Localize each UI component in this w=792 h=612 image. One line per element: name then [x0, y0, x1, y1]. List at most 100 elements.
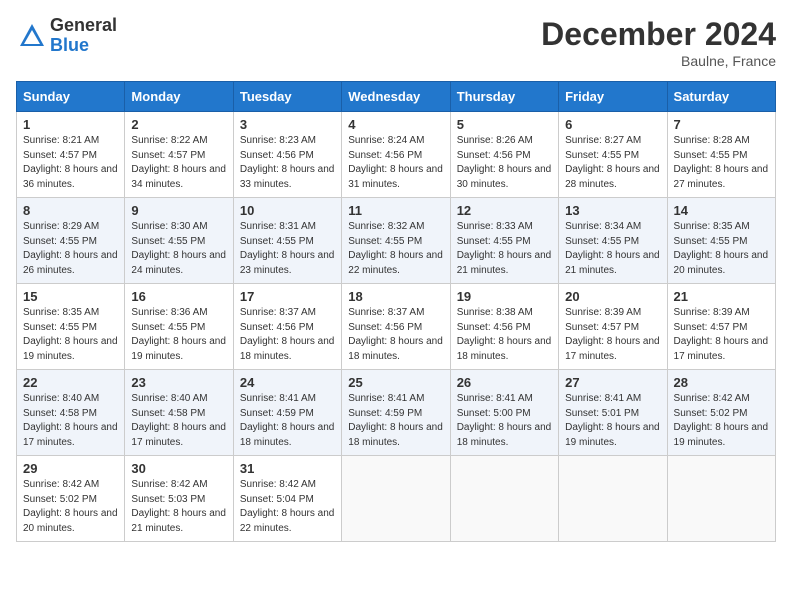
day-detail: Sunrise: 8:31 AMSunset: 4:55 PMDaylight:…	[240, 220, 335, 278]
calendar-cell	[667, 456, 775, 542]
day-detail: Sunrise: 8:28 AMSunset: 4:55 PMDaylight:…	[674, 134, 769, 192]
calendar-cell: 4 Sunrise: 8:24 AMSunset: 4:56 PMDayligh…	[342, 112, 450, 198]
title-area: December 2024 Baulne, France	[541, 16, 776, 69]
calendar-header-row: Sunday Monday Tuesday Wednesday Thursday…	[17, 82, 776, 112]
calendar-row: 22 Sunrise: 8:40 AMSunset: 4:58 PMDaylig…	[17, 370, 776, 456]
calendar-cell: 29 Sunrise: 8:42 AMSunset: 5:02 PMDaylig…	[17, 456, 125, 542]
day-detail: Sunrise: 8:38 AMSunset: 4:56 PMDaylight:…	[457, 306, 552, 364]
day-number: 7	[674, 117, 769, 132]
calendar-cell: 26 Sunrise: 8:41 AMSunset: 5:00 PMDaylig…	[450, 370, 558, 456]
day-detail: Sunrise: 8:30 AMSunset: 4:55 PMDaylight:…	[131, 220, 226, 278]
header-wednesday: Wednesday	[342, 82, 450, 112]
logo: General Blue	[16, 16, 117, 56]
calendar-cell	[342, 456, 450, 542]
calendar-cell: 11 Sunrise: 8:32 AMSunset: 4:55 PMDaylig…	[342, 198, 450, 284]
day-detail: Sunrise: 8:39 AMSunset: 4:57 PMDaylight:…	[674, 306, 769, 364]
day-number: 23	[131, 375, 226, 390]
day-detail: Sunrise: 8:22 AMSunset: 4:57 PMDaylight:…	[131, 134, 226, 192]
day-number: 21	[674, 289, 769, 304]
day-detail: Sunrise: 8:40 AMSunset: 4:58 PMDaylight:…	[23, 392, 118, 450]
day-detail: Sunrise: 8:42 AMSunset: 5:03 PMDaylight:…	[131, 478, 226, 536]
calendar-row: 29 Sunrise: 8:42 AMSunset: 5:02 PMDaylig…	[17, 456, 776, 542]
calendar-cell: 15 Sunrise: 8:35 AMSunset: 4:55 PMDaylig…	[17, 284, 125, 370]
day-detail: Sunrise: 8:41 AMSunset: 5:01 PMDaylight:…	[565, 392, 660, 450]
day-detail: Sunrise: 8:37 AMSunset: 4:56 PMDaylight:…	[348, 306, 443, 364]
day-number: 20	[565, 289, 660, 304]
header-sunday: Sunday	[17, 82, 125, 112]
header-thursday: Thursday	[450, 82, 558, 112]
calendar-cell: 13 Sunrise: 8:34 AMSunset: 4:55 PMDaylig…	[559, 198, 667, 284]
day-detail: Sunrise: 8:35 AMSunset: 4:55 PMDaylight:…	[23, 306, 118, 364]
header-saturday: Saturday	[667, 82, 775, 112]
calendar-table: Sunday Monday Tuesday Wednesday Thursday…	[16, 81, 776, 542]
calendar-cell: 19 Sunrise: 8:38 AMSunset: 4:56 PMDaylig…	[450, 284, 558, 370]
logo-blue-text: Blue	[50, 36, 117, 56]
calendar-cell: 7 Sunrise: 8:28 AMSunset: 4:55 PMDayligh…	[667, 112, 775, 198]
calendar-cell: 28 Sunrise: 8:42 AMSunset: 5:02 PMDaylig…	[667, 370, 775, 456]
calendar-cell: 24 Sunrise: 8:41 AMSunset: 4:59 PMDaylig…	[233, 370, 341, 456]
day-number: 18	[348, 289, 443, 304]
calendar-cell: 14 Sunrise: 8:35 AMSunset: 4:55 PMDaylig…	[667, 198, 775, 284]
header-tuesday: Tuesday	[233, 82, 341, 112]
day-number: 19	[457, 289, 552, 304]
location: Baulne, France	[541, 53, 776, 69]
month-title: December 2024	[541, 16, 776, 53]
calendar-cell: 30 Sunrise: 8:42 AMSunset: 5:03 PMDaylig…	[125, 456, 233, 542]
calendar-cell: 25 Sunrise: 8:41 AMSunset: 4:59 PMDaylig…	[342, 370, 450, 456]
calendar-cell: 5 Sunrise: 8:26 AMSunset: 4:56 PMDayligh…	[450, 112, 558, 198]
calendar-cell: 18 Sunrise: 8:37 AMSunset: 4:56 PMDaylig…	[342, 284, 450, 370]
day-number: 16	[131, 289, 226, 304]
day-number: 3	[240, 117, 335, 132]
day-number: 12	[457, 203, 552, 218]
day-number: 28	[674, 375, 769, 390]
calendar-cell: 6 Sunrise: 8:27 AMSunset: 4:55 PMDayligh…	[559, 112, 667, 198]
header-monday: Monday	[125, 82, 233, 112]
day-number: 9	[131, 203, 226, 218]
day-detail: Sunrise: 8:23 AMSunset: 4:56 PMDaylight:…	[240, 134, 335, 192]
day-detail: Sunrise: 8:33 AMSunset: 4:55 PMDaylight:…	[457, 220, 552, 278]
calendar-cell: 1 Sunrise: 8:21 AMSunset: 4:57 PMDayligh…	[17, 112, 125, 198]
day-number: 17	[240, 289, 335, 304]
day-detail: Sunrise: 8:32 AMSunset: 4:55 PMDaylight:…	[348, 220, 443, 278]
day-number: 5	[457, 117, 552, 132]
day-number: 8	[23, 203, 118, 218]
calendar-cell: 3 Sunrise: 8:23 AMSunset: 4:56 PMDayligh…	[233, 112, 341, 198]
day-detail: Sunrise: 8:27 AMSunset: 4:55 PMDaylight:…	[565, 134, 660, 192]
day-number: 11	[348, 203, 443, 218]
day-number: 15	[23, 289, 118, 304]
calendar-row: 8 Sunrise: 8:29 AMSunset: 4:55 PMDayligh…	[17, 198, 776, 284]
day-detail: Sunrise: 8:21 AMSunset: 4:57 PMDaylight:…	[23, 134, 118, 192]
calendar-cell: 22 Sunrise: 8:40 AMSunset: 4:58 PMDaylig…	[17, 370, 125, 456]
calendar-cell: 12 Sunrise: 8:33 AMSunset: 4:55 PMDaylig…	[450, 198, 558, 284]
calendar-cell: 23 Sunrise: 8:40 AMSunset: 4:58 PMDaylig…	[125, 370, 233, 456]
calendar-cell: 16 Sunrise: 8:36 AMSunset: 4:55 PMDaylig…	[125, 284, 233, 370]
day-number: 31	[240, 461, 335, 476]
page-header: General Blue December 2024 Baulne, Franc…	[16, 16, 776, 69]
day-detail: Sunrise: 8:39 AMSunset: 4:57 PMDaylight:…	[565, 306, 660, 364]
calendar-row: 15 Sunrise: 8:35 AMSunset: 4:55 PMDaylig…	[17, 284, 776, 370]
logo-icon	[18, 22, 46, 50]
day-number: 22	[23, 375, 118, 390]
day-detail: Sunrise: 8:40 AMSunset: 4:58 PMDaylight:…	[131, 392, 226, 450]
day-number: 27	[565, 375, 660, 390]
calendar-cell: 10 Sunrise: 8:31 AMSunset: 4:55 PMDaylig…	[233, 198, 341, 284]
day-number: 14	[674, 203, 769, 218]
calendar-cell: 17 Sunrise: 8:37 AMSunset: 4:56 PMDaylig…	[233, 284, 341, 370]
calendar-cell	[450, 456, 558, 542]
calendar-cell: 9 Sunrise: 8:30 AMSunset: 4:55 PMDayligh…	[125, 198, 233, 284]
day-number: 1	[23, 117, 118, 132]
day-number: 30	[131, 461, 226, 476]
day-detail: Sunrise: 8:29 AMSunset: 4:55 PMDaylight:…	[23, 220, 118, 278]
day-number: 25	[348, 375, 443, 390]
day-number: 29	[23, 461, 118, 476]
day-detail: Sunrise: 8:24 AMSunset: 4:56 PMDaylight:…	[348, 134, 443, 192]
calendar-cell: 8 Sunrise: 8:29 AMSunset: 4:55 PMDayligh…	[17, 198, 125, 284]
day-detail: Sunrise: 8:36 AMSunset: 4:55 PMDaylight:…	[131, 306, 226, 364]
day-number: 2	[131, 117, 226, 132]
calendar-cell: 2 Sunrise: 8:22 AMSunset: 4:57 PMDayligh…	[125, 112, 233, 198]
calendar-row: 1 Sunrise: 8:21 AMSunset: 4:57 PMDayligh…	[17, 112, 776, 198]
calendar-cell: 31 Sunrise: 8:42 AMSunset: 5:04 PMDaylig…	[233, 456, 341, 542]
day-detail: Sunrise: 8:42 AMSunset: 5:02 PMDaylight:…	[674, 392, 769, 450]
day-number: 24	[240, 375, 335, 390]
day-detail: Sunrise: 8:34 AMSunset: 4:55 PMDaylight:…	[565, 220, 660, 278]
